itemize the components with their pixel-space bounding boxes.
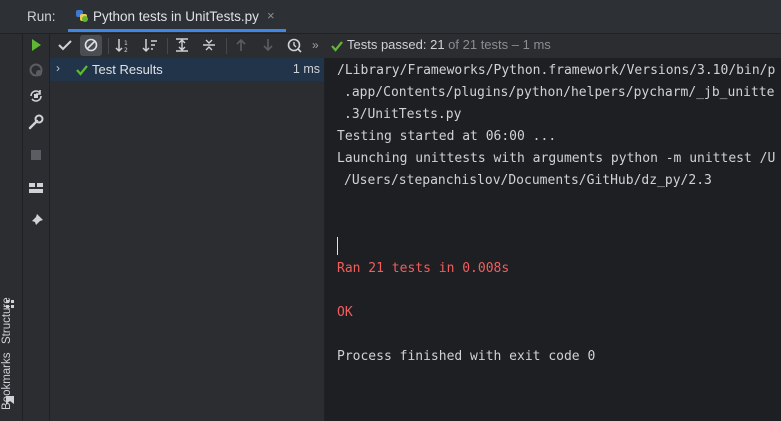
python-tests-icon <box>76 10 88 22</box>
test-tree: › Test Results 1 ms <box>50 58 324 421</box>
toolbar-separator <box>226 38 227 54</box>
sort-alpha-icon[interactable]: 1 2 <box>115 37 131 53</box>
console-line-error: Ran 21 tests in 0.008s <box>337 261 510 276</box>
toolbar-separator <box>167 38 168 54</box>
console-line: /Library/Frameworks/Python.framework/Ver… <box>337 63 776 78</box>
prev-failed-icon[interactable] <box>233 37 249 53</box>
tab-title: Python tests in UnitTests.py <box>93 9 259 24</box>
tab-python-tests[interactable]: Python tests in UnitTests.py × <box>68 0 286 32</box>
more-actions-button[interactable]: » <box>312 38 319 52</box>
tree-duration: 1 ms <box>292 62 320 76</box>
chevron-right-icon[interactable]: › <box>56 61 60 75</box>
tree-label: Test Results <box>92 62 163 77</box>
tree-row-test-results[interactable]: › Test Results 1 ms <box>50 58 324 81</box>
console-line: /Users/stepanchislov/Documents/GitHub/dz… <box>344 173 712 188</box>
toggle-auto-test-icon[interactable] <box>28 88 44 104</box>
run-label: Run: <box>27 9 56 24</box>
history-icon[interactable] <box>286 37 302 53</box>
console-output[interactable]: /Library/Frameworks/Python.framework/Ver… <box>325 58 781 421</box>
structure-icon <box>6 300 14 308</box>
runner-toolbar <box>23 34 50 421</box>
show-ignored-icon[interactable] <box>83 37 99 53</box>
pin-icon[interactable] <box>28 213 44 229</box>
run-icon[interactable] <box>28 37 44 53</box>
console-line: Process finished with exit code 0 <box>337 349 596 364</box>
sort-duration-icon[interactable] <box>142 37 158 53</box>
bookmark-icon <box>6 396 14 404</box>
run-header: Run: Python tests in UnitTests.py × <box>0 0 781 34</box>
close-icon[interactable]: × <box>267 8 275 23</box>
expand-all-icon[interactable] <box>174 37 190 53</box>
next-failed-icon[interactable] <box>260 37 276 53</box>
check-icon <box>76 65 88 76</box>
stop-icon[interactable] <box>28 147 44 163</box>
rerun-failed-icon[interactable] <box>28 62 44 78</box>
test-status: Tests passed: 21 of 21 tests – 1 ms <box>347 37 551 52</box>
layout-icon[interactable] <box>28 180 44 196</box>
console-line: .app/Contents/plugins/python/helpers/pyc… <box>344 85 775 100</box>
console-line: Launching unittests with arguments pytho… <box>337 151 776 166</box>
check-icon <box>331 41 343 52</box>
console-line: .3/UnitTests.py <box>344 107 462 122</box>
collapse-all-icon[interactable] <box>201 37 217 53</box>
left-tool-strip: Structure Bookmarks <box>0 34 23 421</box>
console-line-error: OK <box>337 305 353 320</box>
status-passed: Tests passed: 21 <box>347 37 445 52</box>
text-cursor <box>337 237 338 255</box>
svg-text:2: 2 <box>124 47 128 53</box>
tests-toolbar: 1 2 » Tests passed: 21 of 21 tests – 1 m… <box>50 34 781 58</box>
wrench-icon[interactable] <box>28 114 44 130</box>
svg-text:1: 1 <box>124 40 128 47</box>
show-passed-icon[interactable] <box>57 37 73 53</box>
status-summary: of 21 tests – 1 ms <box>444 37 551 52</box>
toolbar-separator <box>108 38 109 54</box>
console-line: Testing started at 06:00 ... <box>337 129 557 144</box>
tab-active-indicator <box>68 29 286 32</box>
